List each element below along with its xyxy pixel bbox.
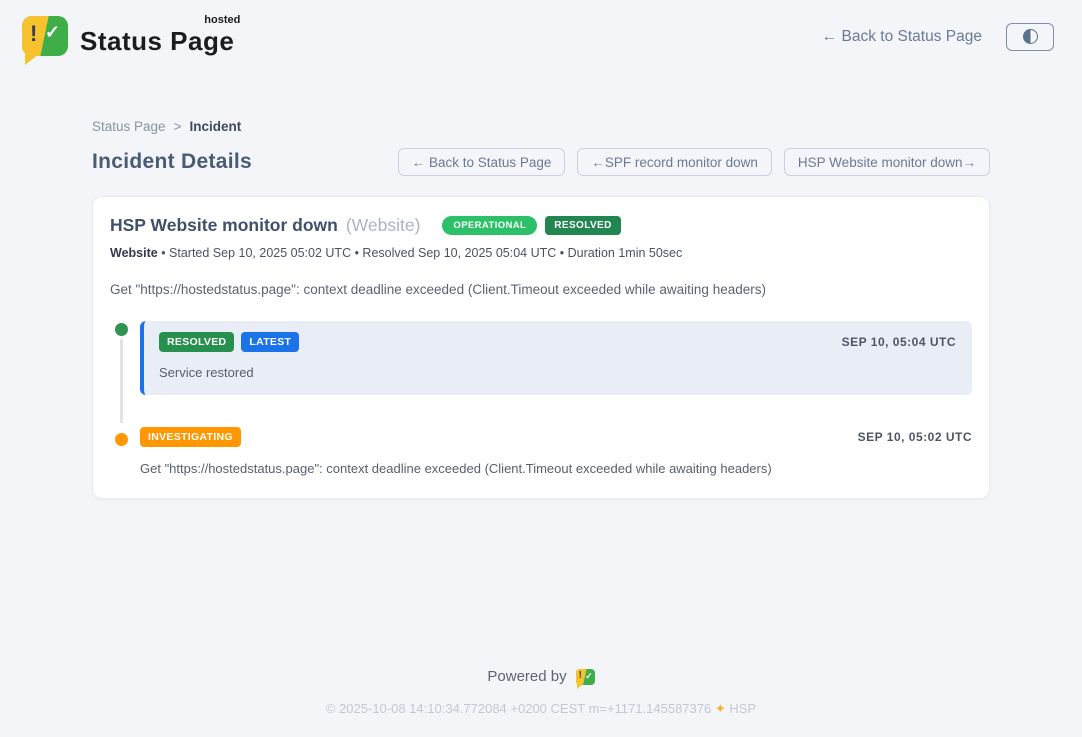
- footer-logo-icon[interactable]: ! ✓: [576, 669, 595, 685]
- incident-description: Get "https://hostedstatus.page": context…: [110, 282, 972, 297]
- timeline-resolved-message: Service restored: [159, 365, 956, 380]
- page-footer: Powered by ! ✓ © 2025-10-08 14:10:34.772…: [0, 668, 1082, 717]
- copyright-text: © 2025-10-08 14:10:34.772084 +0200 CEST …: [326, 701, 711, 716]
- incident-card: HSP Website monitor down (Website) OPERA…: [92, 196, 990, 499]
- timeline-investigating-head: INVESTIGATING SEP 10, 05:02 UTC: [140, 427, 972, 447]
- timeline-investigating-message: Get "https://hostedstatus.page": context…: [140, 461, 972, 476]
- checkmark-icon: ✓: [45, 22, 60, 43]
- incident-timeline: RESOLVED LATEST SEP 10, 05:04 UTC Servic…: [115, 321, 972, 476]
- footer-exclamation-icon: !: [579, 670, 582, 681]
- breadcrumb: Status Page > Incident: [92, 119, 990, 134]
- logo-hosted-badge: hosted: [204, 14, 240, 26]
- incident-meta-monitor: Website: [110, 246, 158, 260]
- resolved-state-badge: RESOLVED: [545, 216, 620, 235]
- logo-bubble-tail: [25, 54, 39, 65]
- latest-badge: LATEST: [241, 332, 299, 352]
- timeline-entry-resolved: RESOLVED LATEST SEP 10, 05:04 UTC Servic…: [115, 321, 972, 395]
- timeline-resolved-card: RESOLVED LATEST SEP 10, 05:04 UTC Servic…: [140, 321, 972, 395]
- header-back-link[interactable]: ← Back to Status Page: [822, 28, 982, 46]
- app-header: ! ✓ Status Page hosted ← Back to Status …: [0, 0, 1082, 67]
- incident-title-row: HSP Website monitor down (Website) OPERA…: [110, 215, 972, 236]
- timeline-entry-investigating: INVESTIGATING SEP 10, 05:02 UTC Get "htt…: [115, 427, 972, 476]
- next-incident-button[interactable]: HSP Website monitor down→: [784, 148, 990, 176]
- breadcrumb-incident: Incident: [189, 119, 241, 134]
- incident-monitor-name: (Website): [346, 215, 421, 236]
- logo-text: Status Page: [80, 26, 234, 56]
- exclamation-icon: !: [30, 21, 37, 47]
- investigating-badge: INVESTIGATING: [140, 427, 241, 447]
- copyright-line: © 2025-10-08 14:10:34.772084 +0200 CEST …: [0, 701, 1082, 717]
- incident-meta: Website • Started Sep 10, 2025 05:02 UTC…: [110, 246, 972, 260]
- theme-toggle-button[interactable]: [1006, 23, 1054, 51]
- resolved-badge: RESOLVED: [159, 332, 234, 352]
- operational-status-badge: OPERATIONAL: [442, 216, 537, 235]
- incident-title: HSP Website monitor down: [110, 215, 338, 236]
- incident-meta-details: • Started Sep 10, 2025 05:02 UTC • Resol…: [161, 246, 682, 260]
- logo[interactable]: ! ✓ Status Page hosted: [0, 16, 234, 57]
- copyright-suffix: HSP: [729, 701, 756, 716]
- sparkles-icon: ✦: [715, 701, 726, 716]
- header-right: ← Back to Status Page: [822, 23, 1082, 51]
- footer-checkmark-icon: ✓: [585, 671, 593, 682]
- powered-by-label: Powered by: [487, 668, 566, 685]
- heading-row: Incident Details ← Back to Status Page ←…: [92, 148, 990, 176]
- page-title: Incident Details: [92, 150, 252, 174]
- timeline-dot-investigating-icon: [115, 433, 128, 446]
- breadcrumb-status-page[interactable]: Status Page: [92, 119, 166, 134]
- incident-nav-buttons: ← Back to Status Page ←SPF record monito…: [398, 148, 990, 176]
- logo-text-wrap: Status Page hosted: [80, 16, 234, 57]
- timeline-investigating-badges: INVESTIGATING: [140, 427, 241, 447]
- previous-incident-button[interactable]: ←SPF record monitor down: [577, 148, 772, 176]
- footer-logo-bubble-tail: [577, 684, 583, 689]
- timeline-resolved-badges: RESOLVED LATEST: [159, 332, 299, 352]
- main-content: Status Page > Incident Incident Details …: [92, 119, 990, 499]
- timeline-investigating-timestamp: SEP 10, 05:02 UTC: [858, 430, 972, 444]
- back-to-status-page-button[interactable]: ← Back to Status Page: [398, 148, 566, 176]
- logo-speech-bubble-icon: ! ✓: [22, 16, 68, 56]
- timeline-dot-resolved-icon: [115, 323, 128, 336]
- breadcrumb-separator: >: [174, 119, 182, 134]
- timeline-resolved-head: RESOLVED LATEST SEP 10, 05:04 UTC: [159, 332, 956, 352]
- powered-by-row: Powered by ! ✓: [0, 668, 1082, 685]
- timeline-resolved-timestamp: SEP 10, 05:04 UTC: [842, 335, 956, 349]
- contrast-icon: [1023, 29, 1038, 44]
